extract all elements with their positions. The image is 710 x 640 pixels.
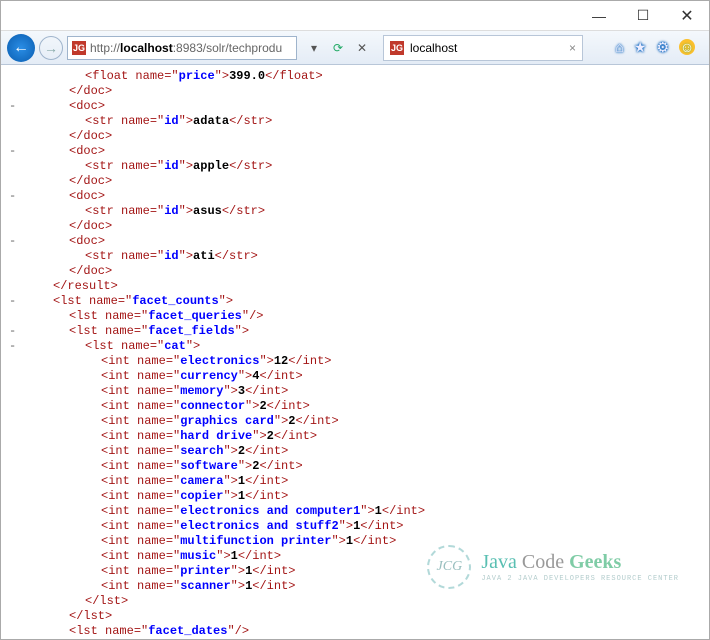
xml-line: -<doc> bbox=[21, 234, 709, 249]
xml-line: <int name="currency">4</int> bbox=[21, 369, 709, 384]
xml-line: <int name="scanner">1</int> bbox=[21, 579, 709, 594]
navigation-bar: ← → JG http://localhost:8983/solr/techpr… bbox=[1, 31, 709, 65]
dropdown-icon[interactable]: ▾ bbox=[305, 41, 323, 55]
xml-line: </lst> bbox=[21, 609, 709, 624]
site-favicon: JG bbox=[72, 41, 86, 55]
xml-line: -<lst name="cat"> bbox=[21, 339, 709, 354]
xml-line: -<lst name="facet_fields"> bbox=[21, 324, 709, 339]
xml-line: <str name="id">adata</str> bbox=[21, 114, 709, 129]
xml-line: <int name="search">2</int> bbox=[21, 444, 709, 459]
xml-line: <int name="music">1</int> bbox=[21, 549, 709, 564]
browser-window: — ☐ ✕ ← → JG http://localhost:8983/solr/… bbox=[0, 0, 710, 640]
xml-line: <int name="hard drive">2</int> bbox=[21, 429, 709, 444]
xml-line: </doc> bbox=[21, 174, 709, 189]
xml-line: <int name="electronics and computer1">1<… bbox=[21, 504, 709, 519]
xml-line: -<doc> bbox=[21, 99, 709, 114]
tab-title: localhost bbox=[410, 41, 457, 55]
xml-line: <int name="printer">1</int> bbox=[21, 564, 709, 579]
xml-line: </doc> bbox=[21, 84, 709, 99]
xml-line: <int name="multifunction printer">1</int… bbox=[21, 534, 709, 549]
address-controls: ▾ ⟳ ✕ bbox=[305, 41, 371, 55]
xml-line: <lst name="facet_queries"/> bbox=[21, 309, 709, 324]
close-window-button[interactable]: ✕ bbox=[665, 1, 709, 31]
home-icon[interactable]: ⌂ bbox=[615, 39, 623, 56]
xml-line: -<doc> bbox=[21, 189, 709, 204]
xml-line: -<lst name="facet_counts"> bbox=[21, 294, 709, 309]
toolbar-right: ⌂ ★ ⚙ ☺ bbox=[615, 39, 703, 56]
xml-line: </doc> bbox=[21, 264, 709, 279]
xml-line: </doc> bbox=[21, 129, 709, 144]
tab-favicon: JG bbox=[390, 41, 404, 55]
forward-button[interactable]: → bbox=[39, 36, 63, 60]
xml-line: <int name="software">2</int> bbox=[21, 459, 709, 474]
xml-line: </doc> bbox=[21, 219, 709, 234]
xml-line: <float name="price">399.0</float> bbox=[21, 69, 709, 84]
tab-close-icon[interactable]: × bbox=[569, 41, 576, 55]
xml-line: </lst> bbox=[21, 594, 709, 609]
feedback-icon[interactable]: ☺ bbox=[679, 39, 695, 55]
xml-line: <str name="id">ati</str> bbox=[21, 249, 709, 264]
favorites-icon[interactable]: ★ bbox=[634, 39, 647, 56]
xml-line: </result> bbox=[21, 279, 709, 294]
refresh-icon[interactable]: ⟳ bbox=[329, 41, 347, 55]
browser-tab[interactable]: JG localhost × bbox=[383, 35, 583, 61]
xml-line: <str name="id">apple</str> bbox=[21, 159, 709, 174]
title-bar: — ☐ ✕ bbox=[1, 1, 709, 31]
xml-line: <int name="electronics">12</int> bbox=[21, 354, 709, 369]
xml-line: -<doc> bbox=[21, 144, 709, 159]
address-bar[interactable]: JG http://localhost:8983/solr/techprodu bbox=[67, 36, 297, 60]
stop-icon[interactable]: ✕ bbox=[353, 41, 371, 55]
xml-line: <int name="camera">1</int> bbox=[21, 474, 709, 489]
xml-line: <str name="id">asus</str> bbox=[21, 204, 709, 219]
xml-line: <lst name="facet_dates"/> bbox=[21, 624, 709, 639]
settings-icon[interactable]: ⚙ bbox=[656, 39, 669, 56]
xml-content[interactable]: <float name="price">399.0</float></doc>-… bbox=[1, 65, 709, 639]
xml-line: <int name="electronics and stuff2">1</in… bbox=[21, 519, 709, 534]
xml-line: <int name="connector">2</int> bbox=[21, 399, 709, 414]
xml-line: <int name="copier">1</int> bbox=[21, 489, 709, 504]
url-text: http://localhost:8983/solr/techprodu bbox=[90, 41, 282, 55]
xml-line: <int name="graphics card">2</int> bbox=[21, 414, 709, 429]
minimize-button[interactable]: — bbox=[577, 1, 621, 31]
back-button[interactable]: ← bbox=[7, 34, 35, 62]
xml-line: <int name="memory">3</int> bbox=[21, 384, 709, 399]
maximize-button[interactable]: ☐ bbox=[621, 1, 665, 31]
